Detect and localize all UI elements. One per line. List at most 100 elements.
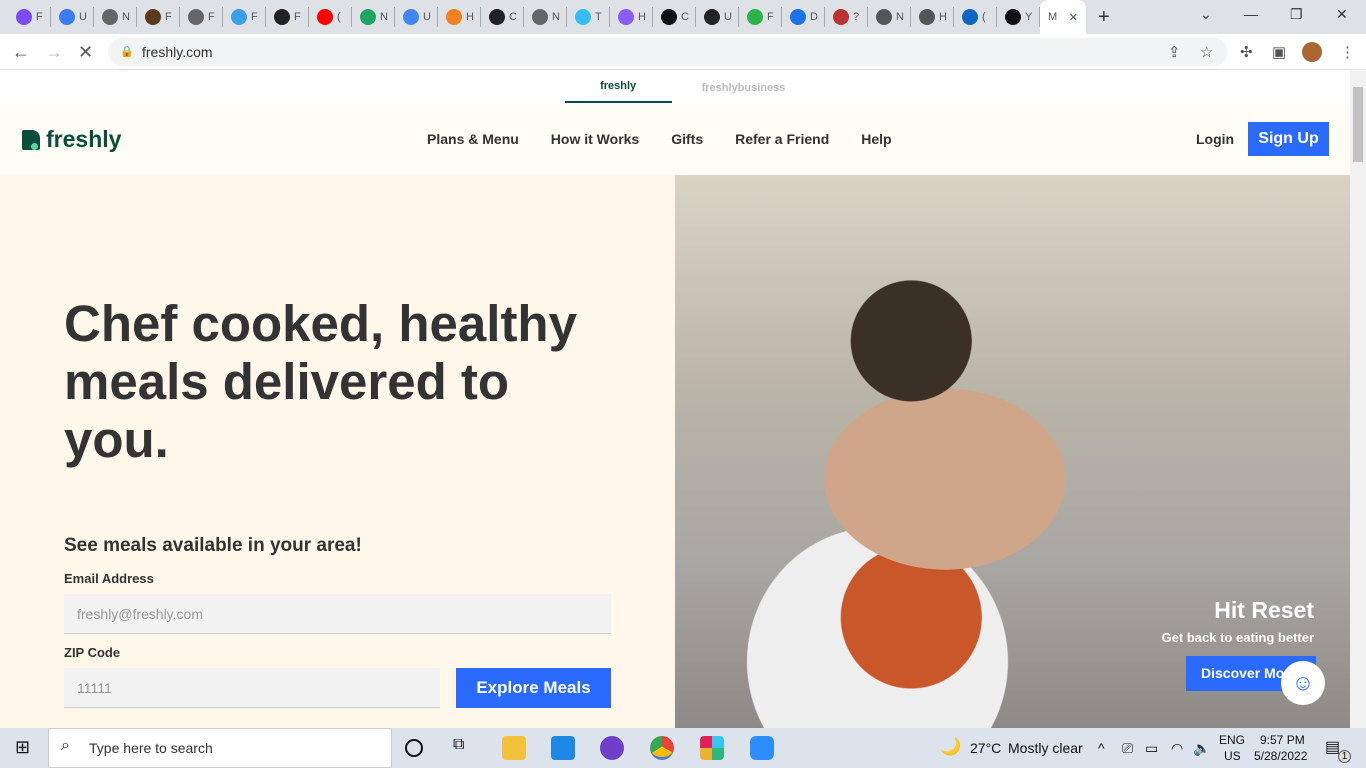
weather-text[interactable]: Mostly clear	[1008, 740, 1083, 756]
forward-icon[interactable]: →	[45, 42, 63, 63]
taskbar-search[interactable]: ⌕ Type here to search	[48, 728, 392, 768]
browser-tab[interactable]: H	[911, 7, 954, 27]
login-link[interactable]: Login	[1196, 131, 1234, 147]
side-panel-icon[interactable]: ▣	[1272, 43, 1286, 61]
browser-tab[interactable]: F	[266, 7, 309, 27]
browser-tab[interactable]: F	[137, 7, 180, 27]
file-explorer-icon[interactable]	[502, 736, 526, 760]
scrollbar[interactable]	[1350, 71, 1366, 728]
windows-start-icon[interactable]: ⊞	[15, 737, 30, 758]
back-icon[interactable]: ←	[12, 42, 30, 63]
browser-tab[interactable]: F	[223, 7, 266, 27]
freshly-logo[interactable]: freshly	[22, 126, 121, 153]
browser-tab[interactable]: D	[782, 7, 825, 27]
clock-time[interactable]: 9:57 PM	[1260, 733, 1305, 747]
stop-icon[interactable]: ✕	[78, 42, 93, 63]
tab-title: F	[767, 11, 774, 23]
menu-icon[interactable]: ⋮	[1340, 43, 1355, 61]
tab-title: ?	[853, 11, 860, 23]
tab-favicon-icon	[188, 9, 204, 25]
browser-tab[interactable]: F	[8, 7, 51, 27]
page-headline: Chef cooked, healthy meals delivered to …	[64, 295, 577, 468]
chrome-icon[interactable]	[650, 736, 674, 760]
tab-title: M	[1048, 11, 1058, 23]
browser-tab[interactable]: ?	[825, 7, 868, 27]
browser-tab[interactable]: C	[653, 7, 696, 27]
email-field[interactable]: freshly@freshly.com	[64, 594, 611, 634]
nav-plans-menu[interactable]: Plans & Menu	[427, 131, 519, 147]
scrollbar-thumb[interactable]	[1353, 87, 1363, 162]
vscode-icon[interactable]	[551, 736, 575, 760]
tab-favicon-icon	[618, 9, 634, 25]
browser-tab[interactable]: F	[739, 7, 782, 27]
browser-tab[interactable]: T	[567, 7, 610, 27]
profile-avatar[interactable]	[1302, 42, 1322, 62]
cortana-icon[interactable]	[405, 739, 423, 757]
wifi-icon[interactable]: ◠	[1171, 740, 1183, 757]
brand-business-tab[interactable]: freshlybusiness	[702, 82, 786, 94]
slack-icon[interactable]	[700, 736, 724, 760]
tab-favicon-icon	[790, 9, 806, 25]
tray-chevron-icon[interactable]: ^	[1098, 740, 1105, 756]
camera-icon[interactable]: ⎚	[1122, 740, 1133, 757]
tab-favicon-icon	[231, 9, 247, 25]
nav-refer-friend[interactable]: Refer a Friend	[735, 131, 829, 147]
browser-tab[interactable]: N	[94, 7, 137, 27]
weather-temp[interactable]: 27°C	[970, 740, 1001, 756]
volume-icon[interactable]: 🔈	[1193, 740, 1210, 757]
share-icon[interactable]: ⇪	[1168, 43, 1181, 61]
explore-meals-button[interactable]: Explore Meals	[456, 668, 611, 708]
tab-close-icon[interactable]: ✕	[1069, 11, 1078, 24]
close-window-button[interactable]: ✕	[1336, 6, 1348, 23]
tab-favicon-icon	[833, 9, 849, 25]
minimize-button[interactable]: —	[1244, 6, 1258, 22]
browser-tab[interactable]: (	[309, 7, 352, 27]
zip-field[interactable]: 11111	[64, 668, 440, 708]
nav-how-it-works[interactable]: How it Works	[551, 131, 639, 147]
brand-freshly-tab[interactable]: freshly	[564, 72, 672, 103]
browser-tab[interactable]: F	[180, 7, 223, 27]
address-bar-row: ← → ✕ 🔒 freshly.com ⇪ ☆ ✣ ▣ ⋮	[0, 34, 1366, 70]
taskbar: ⊞ ⌕ Type here to search ⧉ 🌙 27°C Mostly c…	[0, 728, 1366, 768]
hero-form-panel: Chef cooked, healthy meals delivered to …	[0, 175, 675, 728]
browser-tab[interactable]: N	[352, 7, 395, 27]
browser-tab[interactable]: U	[696, 7, 739, 27]
url-input[interactable]: 🔒 freshly.com	[108, 38, 1228, 66]
signup-button[interactable]: Sign Up	[1248, 122, 1329, 156]
restore-button[interactable]: ❐	[1290, 6, 1303, 23]
zoom-icon[interactable]	[750, 736, 774, 760]
tab-search-icon[interactable]: ⌄	[1200, 6, 1212, 23]
browser-tab[interactable]: H	[438, 7, 481, 27]
active-tab[interactable]: M ✕	[1040, 0, 1086, 34]
bookmark-star-icon[interactable]: ☆	[1200, 43, 1213, 61]
task-view-icon[interactable]: ⧉	[453, 736, 477, 760]
browser-tab[interactable]: Y	[997, 7, 1040, 27]
nav-help[interactable]: Help	[861, 131, 891, 147]
github-desktop-icon[interactable]	[600, 736, 624, 760]
browser-tab[interactable]: N	[524, 7, 567, 27]
tab-favicon-icon	[403, 9, 419, 25]
tab-title: H	[638, 11, 646, 23]
lang-primary[interactable]: ENG	[1219, 733, 1245, 747]
support-chat-icon[interactable]: ☺	[1281, 661, 1325, 705]
battery-icon[interactable]: ▭	[1145, 740, 1158, 757]
extensions-icon[interactable]: ✣	[1240, 43, 1253, 61]
browser-tab[interactable]: U	[395, 7, 438, 27]
main-nav: Plans & Menu How it Works Gifts Refer a …	[427, 131, 892, 147]
clock-date[interactable]: 5/28/2022	[1254, 749, 1307, 763]
browser-tab[interactable]: N	[868, 7, 911, 27]
browser-tab[interactable]: U	[51, 7, 94, 27]
tab-favicon-icon	[102, 9, 118, 25]
browser-tab[interactable]: (	[954, 7, 997, 27]
search-icon: ⌕	[61, 737, 70, 754]
tab-favicon-icon	[962, 9, 978, 25]
browser-tab[interactable]: H	[610, 7, 653, 27]
tab-title: Y	[1025, 11, 1033, 23]
lang-secondary[interactable]: US	[1224, 749, 1241, 763]
nav-gifts[interactable]: Gifts	[671, 131, 703, 147]
new-tab-button[interactable]: +	[1098, 6, 1110, 29]
search-placeholder: Type here to search	[89, 740, 213, 756]
tab-title: U	[423, 11, 431, 23]
tab-strip: F U N F F F F(N U H C N T H C U F D? N H(Y M ✕ +	[0, 0, 1366, 34]
browser-tab[interactable]: C	[481, 7, 524, 27]
